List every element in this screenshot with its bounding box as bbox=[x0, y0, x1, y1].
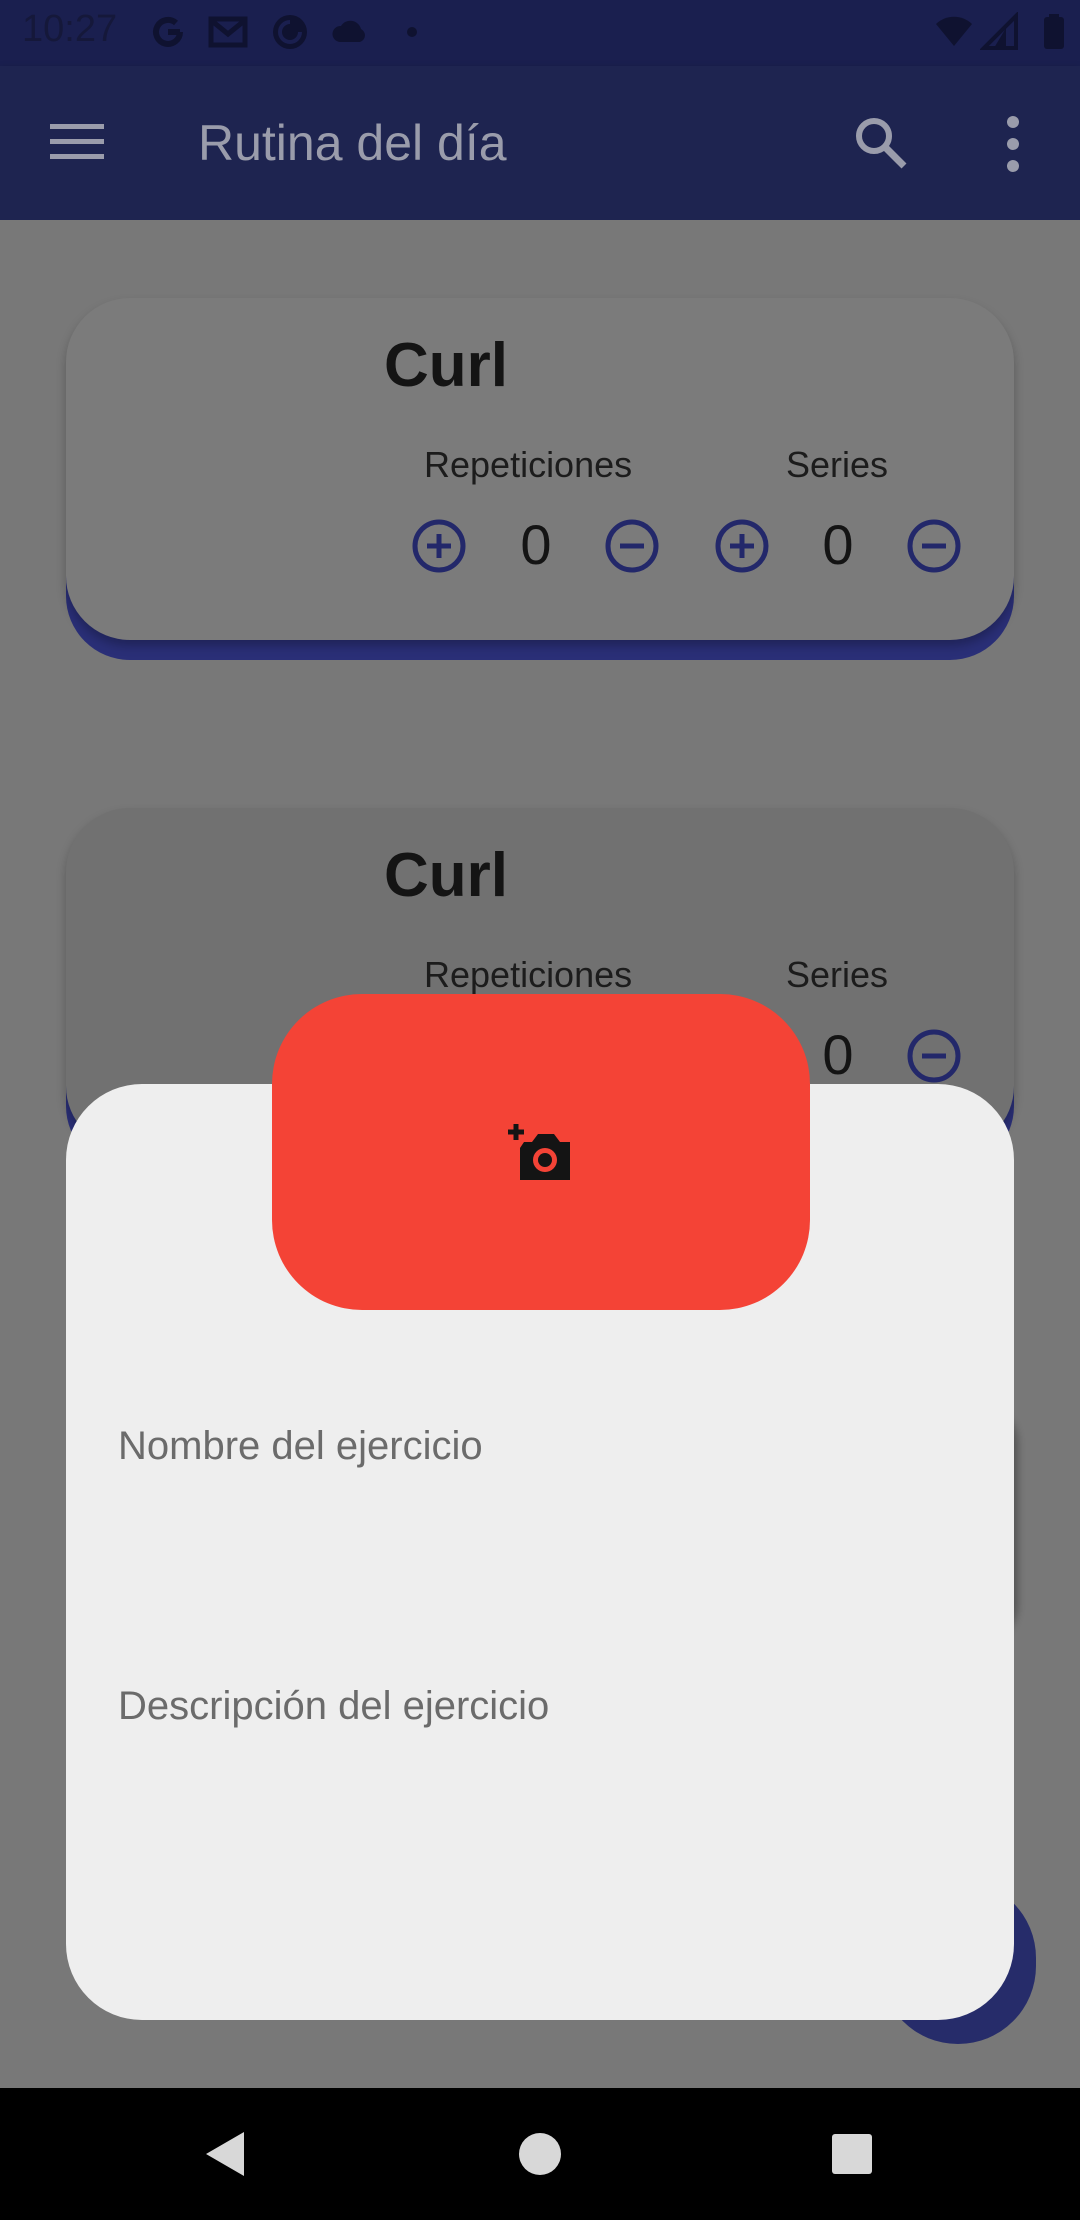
app-bar: Rutina del día bbox=[0, 66, 1080, 220]
exercise-description-field[interactable]: Descripción del ejercicio bbox=[118, 1684, 549, 1729]
sets-label: Series bbox=[786, 954, 889, 995]
pocket-casts-icon bbox=[273, 15, 307, 49]
sets-label: Series bbox=[786, 444, 889, 485]
more-vert-icon[interactable] bbox=[996, 114, 1030, 174]
sets-plus-icon[interactable] bbox=[714, 518, 770, 574]
reps-label: Repeticiones bbox=[424, 444, 633, 485]
recents-icon[interactable] bbox=[826, 2128, 878, 2180]
reps-label: Repeticiones bbox=[424, 954, 633, 995]
status-time: 10:27 bbox=[22, 8, 118, 50]
wifi-icon bbox=[936, 16, 972, 46]
sets-minus-icon[interactable] bbox=[906, 1028, 962, 1084]
add-photo-button[interactable] bbox=[272, 994, 810, 1310]
sets-count: 0 bbox=[822, 513, 854, 576]
sets-minus-icon[interactable] bbox=[906, 518, 962, 574]
add-a-photo-icon bbox=[508, 1124, 570, 1180]
exercise-name-field[interactable]: Nombre del ejercicio bbox=[118, 1424, 483, 1469]
gmail-icon bbox=[208, 16, 248, 48]
cloud-icon bbox=[332, 20, 365, 42]
exercise-card[interactable]: Curl Repeticiones Series 0 0 bbox=[66, 298, 1014, 660]
back-icon[interactable] bbox=[200, 2128, 252, 2180]
reps-minus-icon[interactable] bbox=[604, 518, 660, 574]
page-title: Rutina del día bbox=[198, 115, 507, 171]
battery-icon bbox=[1044, 14, 1064, 49]
card-body: Curl Repeticiones Series 0 0 bbox=[66, 298, 1014, 640]
reps-plus-icon[interactable] bbox=[411, 518, 467, 574]
reps-count: 0 bbox=[520, 513, 552, 576]
google-icon bbox=[153, 16, 183, 47]
system-nav-bar bbox=[0, 2088, 1080, 2220]
status-bar: 10:27 bbox=[0, 0, 1080, 66]
home-icon[interactable] bbox=[514, 2128, 566, 2180]
sets-count: 0 bbox=[822, 1023, 854, 1086]
signal-icon bbox=[980, 12, 1018, 50]
exercise-name: Curl bbox=[384, 841, 508, 910]
dot-icon bbox=[407, 27, 417, 37]
menu-icon[interactable] bbox=[50, 122, 104, 162]
exercise-name: Curl bbox=[384, 331, 508, 400]
search-icon[interactable] bbox=[852, 114, 910, 172]
